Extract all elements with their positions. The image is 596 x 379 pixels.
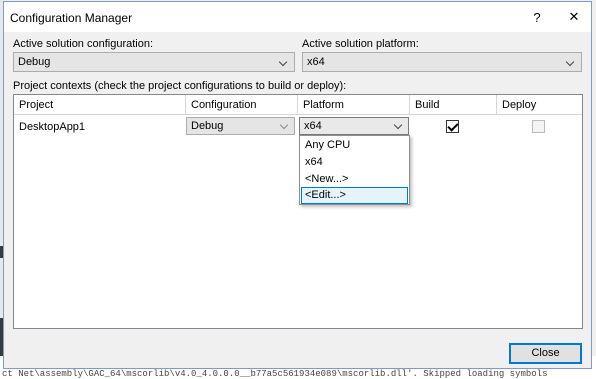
active-platform-label: Active solution platform: — [302, 38, 419, 50]
title-close-button[interactable]: ✕ — [556, 4, 592, 30]
build-checkbox[interactable] — [446, 120, 459, 133]
column-header-configuration[interactable]: Configuration — [186, 95, 298, 115]
active-config-label: Active solution configuration: — [13, 38, 154, 50]
help-button[interactable]: ? — [519, 4, 555, 30]
dropdown-option-x64[interactable]: x64 — [301, 154, 408, 171]
dialog-title: Configuration Manager — [10, 11, 133, 25]
row-configuration-select[interactable]: Debug — [186, 117, 295, 135]
column-header-project[interactable]: Project — [14, 95, 186, 115]
column-header-deploy[interactable]: Deploy — [497, 95, 582, 115]
chevron-down-icon — [565, 57, 575, 67]
background-output-text: ct Net\assembly\GAC_64\mscorlib\v4.0_4.0… — [2, 369, 548, 379]
close-button[interactable]: Close — [509, 343, 582, 364]
title-bar: Configuration Manager ? ✕ — [4, 2, 591, 32]
active-config-select[interactable]: Debug — [13, 52, 295, 72]
row-platform-select[interactable]: x64 — [299, 117, 409, 135]
project-name-cell: DesktopApp1 — [19, 121, 86, 133]
dropdown-option-any-cpu[interactable]: Any CPU — [301, 137, 408, 154]
dropdown-option-new[interactable]: <New...> — [301, 171, 408, 188]
active-platform-select[interactable]: x64 — [302, 52, 582, 72]
help-icon: ? — [533, 9, 541, 25]
configuration-manager-dialog: Configuration Manager ? ✕ Active solutio… — [3, 1, 592, 369]
column-header-build[interactable]: Build — [410, 95, 497, 115]
chevron-down-icon — [278, 57, 288, 67]
chevron-down-icon — [279, 120, 289, 130]
platform-dropdown-list: Any CPU x64 <New...> <Edit...> — [299, 135, 410, 205]
active-platform-value: x64 — [307, 56, 325, 68]
project-contexts-grid: Project Configuration Platform Build Dep… — [13, 94, 583, 329]
close-icon: ✕ — [568, 9, 580, 24]
deploy-checkbox[interactable] — [532, 120, 545, 133]
chevron-down-icon — [393, 120, 403, 130]
dropdown-option-edit[interactable]: <Edit...> — [301, 187, 408, 204]
active-config-value: Debug — [18, 56, 51, 68]
project-contexts-label: Project contexts (check the project conf… — [13, 80, 347, 92]
column-header-platform[interactable]: Platform — [298, 95, 410, 115]
